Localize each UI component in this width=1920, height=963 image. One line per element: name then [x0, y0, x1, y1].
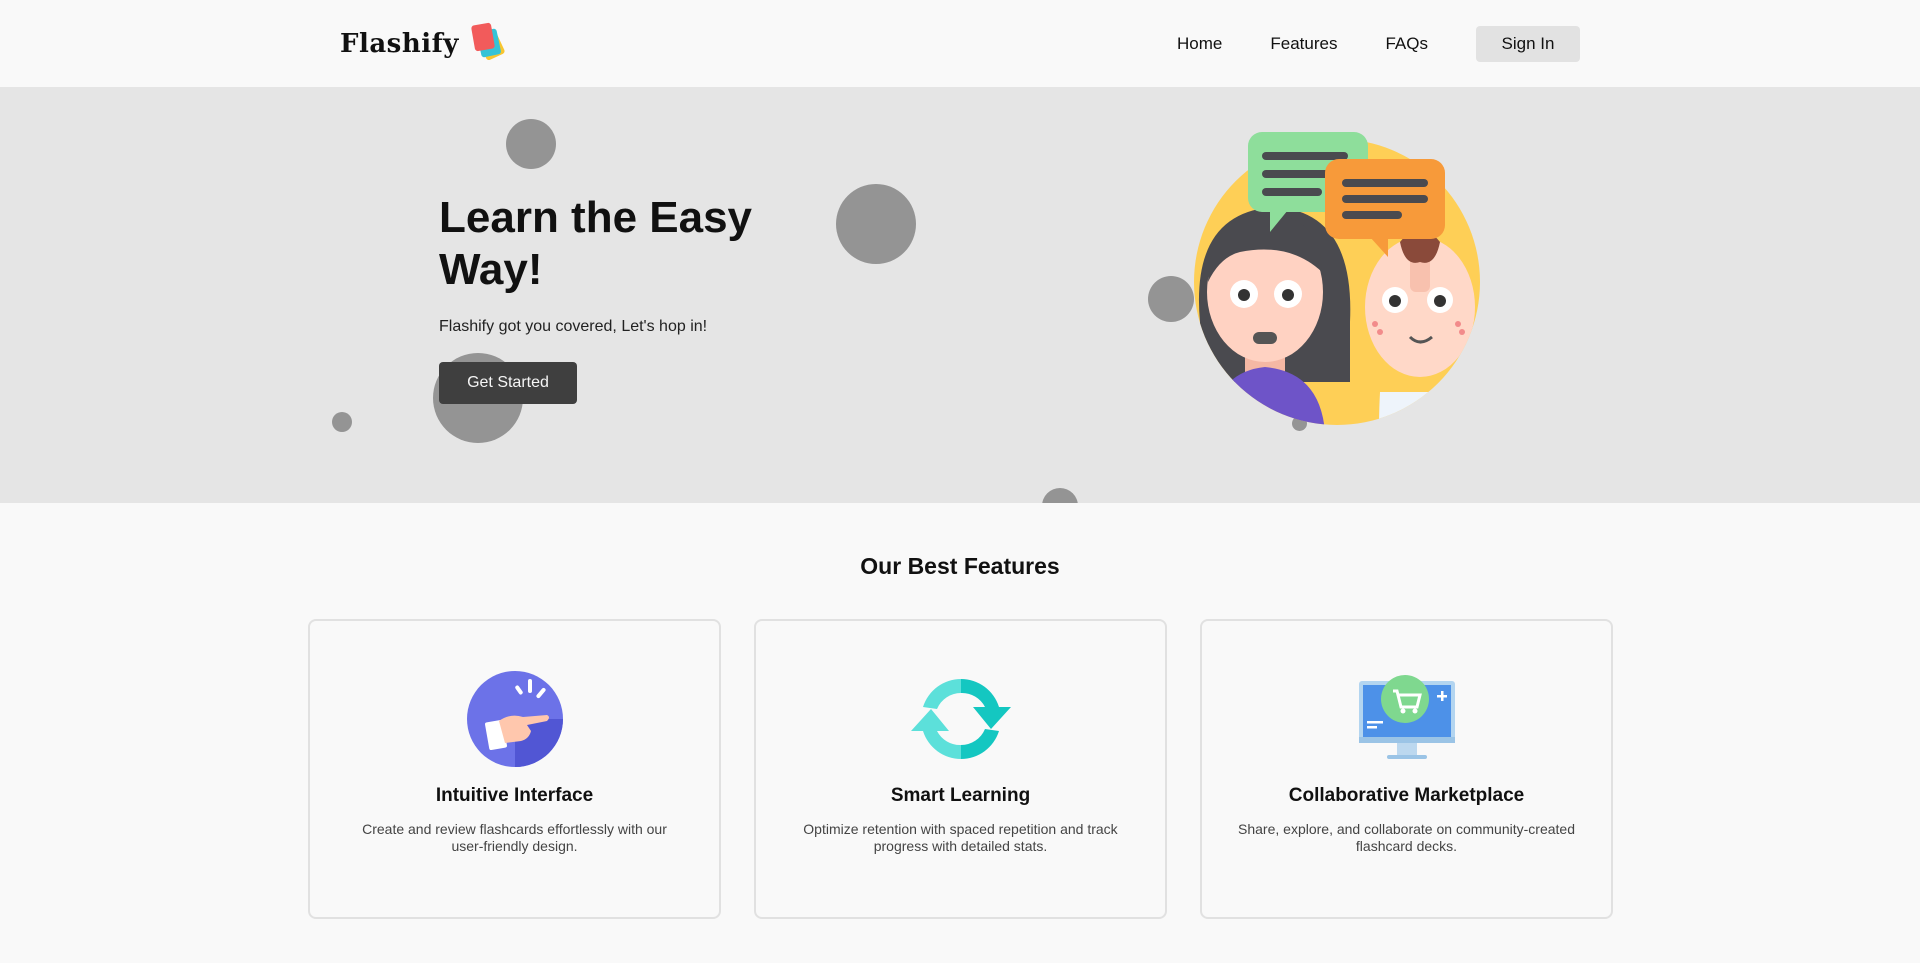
- nav-item-features[interactable]: Features: [1270, 34, 1337, 54]
- feature-card-desc: Share, explore, and collaborate on commu…: [1238, 821, 1575, 854]
- hero-section: Learn the Easy Way! Flashify got you cov…: [0, 87, 1920, 503]
- decor-bubble: [332, 412, 352, 432]
- features-section: Our Best Features Intuitive Interface Cr…: [0, 503, 1920, 963]
- feature-cards: Intuitive Interface Create and review fl…: [308, 619, 1613, 919]
- feature-card-desc: Optimize retention with spaced repetitio…: [803, 821, 1118, 854]
- refresh-cycle-icon: [910, 669, 1011, 769]
- features-title: Our Best Features: [860, 553, 1060, 579]
- decor-bubble: [1148, 276, 1194, 322]
- tap-hand-icon: [465, 669, 565, 769]
- decor-bubble: [506, 119, 556, 169]
- hero-title: Learn the Easy Way!: [439, 193, 753, 294]
- feature-card-title: Collaborative Marketplace: [1288, 785, 1525, 806]
- feature-card-title: Smart Learning: [890, 785, 1031, 806]
- hero-text: Learn the Easy Way! Flashify got you cov…: [439, 192, 859, 336]
- nav-item-faqs[interactable]: FAQs: [1385, 34, 1428, 54]
- brand-logo-link[interactable]: Flashify: [340, 22, 509, 66]
- feature-card-intuitive-interface: Intuitive Interface Create and review fl…: [308, 619, 721, 919]
- sign-in-button[interactable]: Sign In: [1476, 26, 1580, 62]
- two-people-chatting-illustration: [1190, 132, 1490, 432]
- nav-links: Home Features FAQs Sign In: [1177, 26, 1580, 62]
- get-started-button[interactable]: Get Started: [439, 362, 577, 404]
- marketplace-monitor-icon: [1357, 669, 1457, 769]
- feature-card-desc: Create and review flashcards effortlessl…: [362, 821, 667, 854]
- hero-subtitle: Flashify got you covered, Let's hop in!: [439, 318, 708, 335]
- feature-card-smart-learning: Smart Learning Optimize retention with s…: [754, 619, 1167, 919]
- brand-name: Flashify: [340, 29, 459, 59]
- flashcards-logo-icon: [469, 22, 509, 66]
- decor-bubble: [1042, 488, 1078, 503]
- navbar: Flashify Home Features FAQs Sign In: [0, 0, 1920, 87]
- nav-item-home[interactable]: Home: [1177, 34, 1222, 54]
- feature-card-collaborative-marketplace: Collaborative Marketplace Share, explore…: [1200, 619, 1613, 919]
- feature-card-title: Intuitive Interface: [435, 785, 594, 806]
